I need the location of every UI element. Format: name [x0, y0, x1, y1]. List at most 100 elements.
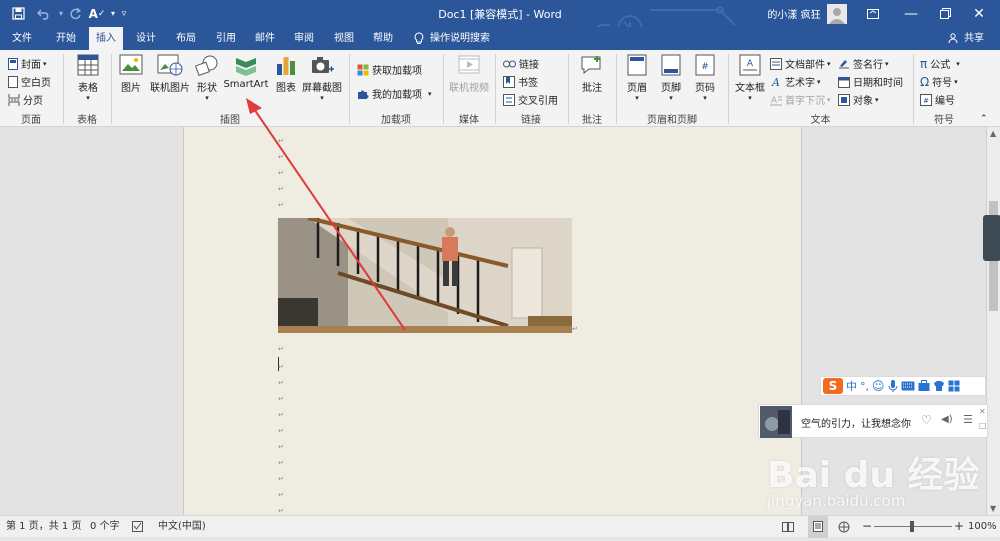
object-button[interactable]: 对象 ▾: [838, 91, 879, 108]
text-format-icon[interactable]: A ✓: [86, 0, 108, 27]
heart-icon[interactable]: ♡: [921, 413, 932, 427]
zoom-in-button[interactable]: +: [954, 516, 964, 538]
music-player-widget[interactable]: 空气的引力，让我想念你 ♡ ◀) ☰ ✕ □: [758, 404, 988, 438]
document-parts-button[interactable]: 文档部件 ▾: [770, 55, 831, 72]
table-button[interactable]: 表格 ▾: [70, 54, 106, 102]
tab-review[interactable]: 审阅: [286, 27, 322, 50]
zoom-slider[interactable]: [874, 516, 952, 538]
tab-home[interactable]: 开始: [48, 27, 84, 50]
customize-quick-access-icon[interactable]: ▿: [118, 0, 130, 27]
zoom-slider-thumb[interactable]: [910, 521, 914, 532]
microphone-icon[interactable]: [888, 379, 898, 393]
footer-label: 页脚: [661, 83, 681, 94]
equation-button[interactable]: π 公式 ▾: [920, 55, 960, 72]
tab-layout[interactable]: 布局: [168, 27, 204, 50]
page-count[interactable]: 第 1 页，共 1 页: [6, 516, 81, 538]
chart-button[interactable]: 图表: [272, 54, 300, 94]
scroll-up-icon[interactable]: ▲: [990, 129, 996, 138]
tell-me-search[interactable]: 操作说明搜索: [430, 27, 500, 50]
toolbox-icon[interactable]: [918, 380, 930, 392]
cross-reference-button[interactable]: 交叉引用: [503, 91, 558, 108]
minimize-widget-icon[interactable]: □: [979, 421, 987, 430]
skin-icon[interactable]: [933, 380, 945, 392]
tab-design[interactable]: 设计: [128, 27, 164, 50]
close-icon[interactable]: ✕: [964, 0, 994, 27]
proofing-icon[interactable]: [132, 516, 143, 538]
footer-icon: [661, 54, 681, 76]
volume-icon[interactable]: ◀): [941, 414, 953, 425]
language[interactable]: 中文(中国): [158, 516, 206, 538]
playlist-icon[interactable]: ☰: [963, 413, 973, 426]
shapes-button[interactable]: 形状 ▾: [194, 54, 220, 102]
side-widget-tab[interactable]: [983, 215, 1000, 261]
textbox-button[interactable]: A 文本框 ▾: [734, 54, 766, 102]
inserted-picture[interactable]: [278, 218, 572, 333]
paragraph-mark: ↵: [278, 443, 284, 451]
symbol-button[interactable]: Ω 符号 ▾: [920, 73, 958, 90]
cover-page-button[interactable]: 封面 ▾: [8, 55, 47, 72]
word-count[interactable]: 0 个字: [90, 516, 120, 538]
header-label: 页眉: [627, 83, 647, 94]
zoom-level[interactable]: 100%: [968, 516, 997, 538]
link-button[interactable]: 链接: [503, 55, 539, 72]
keyboard-icon[interactable]: [901, 381, 915, 391]
date-time-button[interactable]: 日期和时间: [838, 73, 903, 90]
tab-insert[interactable]: 插入: [89, 27, 123, 50]
picture-button[interactable]: 图片: [116, 54, 146, 94]
format-dropdown-icon[interactable]: ▾: [108, 0, 118, 27]
read-mode-icon[interactable]: [782, 516, 796, 538]
wordart-label: 艺术字: [785, 78, 815, 89]
collapse-ribbon-icon[interactable]: ⌃: [980, 110, 988, 127]
numbering-button[interactable]: # 编号: [920, 91, 955, 108]
undo-icon[interactable]: [34, 0, 54, 27]
tab-help[interactable]: 帮助: [365, 27, 401, 50]
get-addins-button[interactable]: 获取加载项: [357, 61, 422, 78]
avatar[interactable]: [826, 0, 848, 27]
tab-file[interactable]: 文件: [4, 27, 40, 50]
paragraph-mark: ↵: [278, 363, 284, 371]
scroll-down-icon[interactable]: ▼: [990, 504, 996, 513]
watermark-url: jingyan.baidu.com: [767, 492, 906, 510]
page-number-button[interactable]: # 页码 ▾: [690, 54, 720, 102]
screenshot-button[interactable]: 屏幕截图 ▾: [302, 54, 342, 102]
share-button[interactable]: 共享: [960, 27, 988, 50]
page-break-button[interactable]: 分页: [8, 91, 43, 108]
zoom-out-button[interactable]: −: [862, 516, 872, 538]
online-video-button[interactable]: 联机视频: [446, 54, 492, 94]
sogou-logo-icon[interactable]: S: [823, 378, 843, 394]
share-icon[interactable]: [946, 27, 960, 50]
online-picture-button[interactable]: 联机图片: [148, 54, 192, 94]
document-page[interactable]: ↵ ↵ ↵ ↵ ↵ ↵ ↵ ↵ ↵ ↵ ↵ ↵ ↵ ↵ ↵ ↵ ↵: [183, 127, 802, 515]
drop-cap-button[interactable]: A 首字下沉 ▾: [770, 91, 831, 108]
more-tools-icon[interactable]: [948, 380, 960, 392]
tab-references[interactable]: 引用: [208, 27, 244, 50]
signature-line-button[interactable]: 签名行 ▾: [838, 55, 889, 72]
bookmark-button[interactable]: 书签: [503, 73, 538, 90]
user-name[interactable]: 的小漾 疯狂: [766, 0, 822, 27]
redo-icon[interactable]: [66, 0, 84, 27]
emoji-icon[interactable]: ☺: [872, 379, 885, 393]
vertical-scrollbar[interactable]: ▲ ▼: [983, 127, 1000, 515]
smartart-button[interactable]: SmartArt: [222, 54, 270, 90]
blank-page-button[interactable]: 空白页: [8, 73, 51, 90]
ribbon-display-options-icon[interactable]: [860, 0, 886, 27]
tab-mailings[interactable]: 邮件: [247, 27, 283, 50]
my-addins-button[interactable]: 我的加载项 ▾: [357, 85, 432, 102]
footer-button[interactable]: 页脚 ▾: [656, 54, 686, 102]
header-button[interactable]: 页眉 ▾: [622, 54, 652, 102]
table-label: 表格: [78, 83, 98, 94]
print-layout-icon[interactable]: [808, 516, 828, 538]
lightbulb-icon[interactable]: [410, 27, 428, 50]
save-icon[interactable]: [6, 0, 30, 27]
comment-button[interactable]: 批注: [574, 54, 610, 94]
close-widget-icon[interactable]: ✕: [979, 407, 986, 416]
punctuation-icon[interactable]: °,: [860, 380, 869, 393]
restore-icon[interactable]: [930, 0, 960, 27]
wordart-button[interactable]: A 艺术字 ▾: [770, 73, 820, 90]
tab-view[interactable]: 视图: [326, 27, 362, 50]
ime-toolbar[interactable]: S 中 °, ☺: [820, 376, 986, 396]
minimize-icon[interactable]: —: [896, 0, 926, 27]
ime-mode-toggle[interactable]: 中: [846, 378, 857, 394]
web-layout-icon[interactable]: [838, 516, 852, 538]
undo-dropdown-icon[interactable]: ▾: [56, 0, 66, 27]
